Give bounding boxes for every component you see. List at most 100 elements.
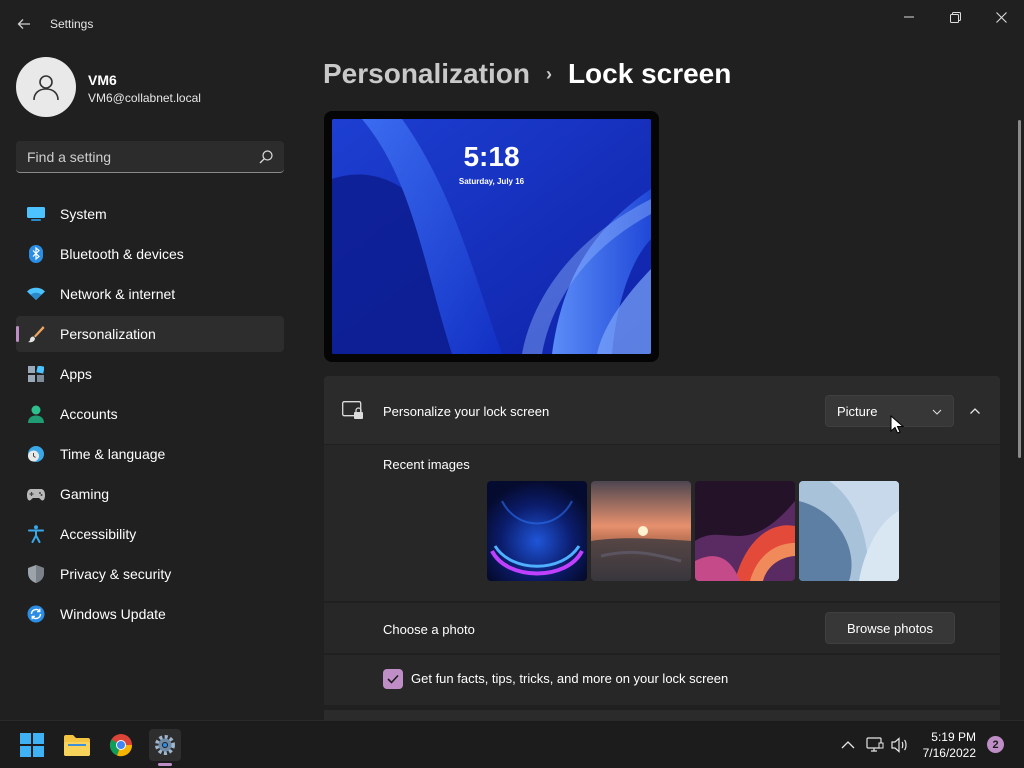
wifi-icon: [27, 285, 45, 303]
globe-clock-icon: [27, 445, 45, 463]
update-icon: [27, 605, 45, 623]
sidebar-item-bluetooth-devices[interactable]: Bluetooth & devices: [16, 236, 284, 272]
sidebar-item-label: Personalization: [60, 326, 156, 342]
lock-screen-preview: 5:18 Saturday, July 16: [324, 111, 659, 362]
accessibility-icon: [27, 525, 45, 543]
sidebar-item-label: Time & language: [60, 446, 166, 462]
sidebar-item-label: Accessibility: [60, 526, 137, 542]
browse-photos-button[interactable]: Browse photos: [825, 612, 955, 644]
search-icon[interactable]: [258, 149, 274, 165]
sidebar-item-accounts[interactable]: Accounts: [16, 396, 284, 432]
app-title: Settings: [50, 17, 94, 31]
choose-photo-label: Choose a photo: [383, 622, 475, 637]
sidebar-item-apps[interactable]: Apps: [16, 356, 284, 392]
recent-image-2[interactable]: [591, 481, 691, 581]
search-box[interactable]: [16, 141, 284, 173]
close-button[interactable]: [989, 8, 1013, 26]
lock-screen-icon: [342, 401, 364, 421]
preview-wallpaper: 5:18 Saturday, July 16: [332, 119, 651, 354]
taskbar-time[interactable]: 5:19 PM: [931, 730, 976, 744]
sidebar-item-personalization[interactable]: Personalization: [16, 316, 284, 352]
avatar[interactable]: [16, 57, 76, 117]
start-button[interactable]: [16, 729, 48, 761]
sidebar-item-label: Windows Update: [60, 606, 166, 622]
sidebar-nav: System Bluetooth & devices Network & int…: [16, 196, 284, 636]
user-email: VM6@collabnet.local: [88, 91, 201, 105]
back-arrow-icon: [17, 19, 30, 29]
sidebar-item-system[interactable]: System: [16, 196, 284, 232]
person-icon: [33, 75, 59, 101]
folder-icon: [64, 735, 90, 756]
sidebar-item-label: Bluetooth & devices: [60, 246, 184, 262]
sidebar-item-label: Network & internet: [60, 286, 176, 302]
scrollbar[interactable]: [1018, 120, 1021, 458]
collapse-button[interactable]: [964, 400, 986, 422]
gear-icon: [155, 735, 175, 755]
sidebar-item-label: System: [60, 206, 107, 222]
volume-icon: [891, 737, 907, 753]
monitor-icon: [27, 205, 45, 223]
bluetooth-icon: [27, 245, 45, 263]
personalize-lock-screen-label: Personalize your lock screen: [383, 404, 550, 419]
apps-icon: [27, 365, 45, 383]
choose-photo-row: Choose a photo Browse photos: [324, 603, 1000, 653]
sidebar-item-label: Accounts: [60, 406, 118, 422]
preview-time: 5:18: [463, 141, 520, 172]
page-title: Lock screen: [567, 58, 732, 89]
checkmark-icon: [387, 674, 399, 684]
chevron-up-icon: [841, 741, 855, 749]
tips-label[interactable]: Get fun facts, tips, tricks, and more on…: [411, 671, 728, 686]
shield-icon: [27, 565, 45, 583]
sidebar-item-network-internet[interactable]: Network & internet: [16, 276, 284, 312]
next-card-edge: [324, 710, 1000, 720]
minimize-button[interactable]: [897, 8, 921, 26]
sidebar-item-time-language[interactable]: Time & language: [16, 436, 284, 472]
taskbar: 5:19 PM 7/16/2022 2: [0, 720, 1024, 768]
restore-icon: [949, 11, 961, 23]
back-button[interactable]: [14, 14, 34, 34]
tips-checkbox[interactable]: [383, 669, 403, 689]
search-input[interactable]: [16, 141, 284, 172]
paintbrush-icon: [27, 325, 45, 343]
recent-image-4[interactable]: [799, 481, 899, 581]
lock-screen-tips-row: Get fun facts, tips, tricks, and more on…: [324, 655, 1000, 705]
sidebar-item-privacy-security[interactable]: Privacy & security: [16, 556, 284, 592]
settings-taskbar-button[interactable]: [149, 729, 181, 761]
chevron-up-icon: [970, 408, 980, 414]
sidebar-item-label: Gaming: [60, 486, 110, 502]
notification-badge[interactable]: 2: [987, 736, 1004, 753]
recent-image-3[interactable]: [695, 481, 795, 581]
network-icon: [866, 737, 884, 752]
chrome-button[interactable]: [105, 729, 137, 761]
breadcrumb: Personalization › Lock screen: [323, 58, 731, 90]
chevron-down-icon: [932, 409, 942, 415]
recent-images-section: Recent images: [324, 445, 1000, 601]
file-explorer-button[interactable]: [61, 729, 93, 761]
sidebar-item-label: Apps: [60, 366, 92, 382]
title-bar: Settings: [0, 0, 1024, 48]
chrome-icon: [109, 734, 133, 757]
breadcrumb-parent[interactable]: Personalization: [323, 58, 530, 90]
recent-images-label: Recent images: [383, 457, 470, 472]
windows-logo-icon: [20, 733, 44, 757]
sidebar-item-label: Privacy & security: [60, 566, 172, 582]
sidebar-item-accessibility[interactable]: Accessibility: [16, 516, 284, 552]
user-name: VM6: [88, 72, 117, 88]
volume-tray-button[interactable]: [890, 735, 910, 755]
recent-image-1[interactable]: [487, 481, 587, 581]
show-hidden-icons-button[interactable]: [838, 735, 858, 755]
minimize-icon: [904, 16, 914, 18]
network-tray-button[interactable]: [865, 735, 885, 755]
dropdown-value: Picture: [837, 404, 878, 419]
chevron-right-icon: ›: [545, 63, 552, 84]
person-icon: [27, 405, 45, 423]
preview-date: Saturday, July 16: [458, 177, 525, 186]
gamepad-icon: [27, 485, 45, 503]
taskbar-date[interactable]: 7/16/2022: [923, 746, 976, 760]
sidebar-item-windows-update[interactable]: Windows Update: [16, 596, 284, 632]
active-app-indicator: [158, 763, 172, 766]
sidebar-item-gaming[interactable]: Gaming: [16, 476, 284, 512]
close-icon: [995, 11, 1007, 23]
mouse-cursor-icon: [890, 415, 904, 434]
restore-button[interactable]: [943, 8, 967, 26]
